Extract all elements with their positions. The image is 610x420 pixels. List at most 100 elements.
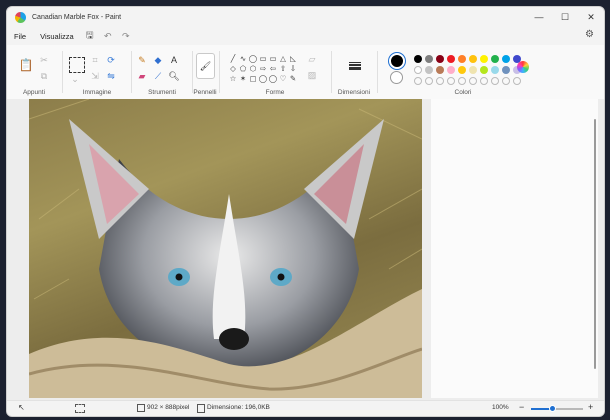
edit-colors-button[interactable] bbox=[517, 61, 529, 73]
shape-4-icon[interactable]: ▭ bbox=[268, 53, 278, 63]
text-button[interactable]: A bbox=[168, 54, 180, 66]
colors-label: Colori bbox=[454, 89, 472, 96]
shape-13-icon[interactable]: ⇩ bbox=[288, 63, 298, 73]
outline-button[interactable]: ▱ bbox=[306, 53, 318, 65]
fox-photo-image bbox=[29, 99, 422, 398]
shape-6-icon[interactable]: ◺ bbox=[288, 53, 298, 63]
cut-button[interactable]: ✂ bbox=[38, 54, 50, 66]
menu-file[interactable]: File bbox=[7, 32, 33, 41]
shape-9-icon[interactable]: ⬡ bbox=[248, 63, 258, 73]
brush-icon: 🖌︎ bbox=[199, 60, 212, 71]
custom-color-slot[interactable] bbox=[490, 76, 499, 85]
shape-10-icon[interactable]: ⇨ bbox=[258, 63, 268, 73]
redo-button[interactable]: ↷ bbox=[117, 28, 135, 44]
palette-swatch[interactable] bbox=[479, 54, 488, 63]
palette-swatch[interactable] bbox=[413, 54, 422, 63]
outline-icon: ▱ bbox=[308, 53, 316, 64]
crop-button[interactable]: ⌗ bbox=[89, 54, 101, 66]
flip-button[interactable]: ⇋ bbox=[105, 70, 117, 82]
zoom-slider[interactable] bbox=[531, 405, 583, 412]
palette-swatch[interactable] bbox=[490, 54, 499, 63]
palette-swatch[interactable] bbox=[435, 54, 444, 63]
settings-button[interactable]: ⚙ bbox=[585, 29, 594, 40]
palette-swatch[interactable] bbox=[501, 54, 510, 63]
palette-swatch[interactable] bbox=[413, 65, 422, 74]
pencil-button[interactable]: ✎ bbox=[136, 54, 148, 66]
paint-window: Canadian Marble Fox - Paint — ☐ ✕ File V… bbox=[6, 6, 605, 417]
custom-color-slot[interactable] bbox=[512, 76, 521, 85]
shape-18-icon[interactable]: ◯ bbox=[268, 73, 278, 83]
custom-color-slot[interactable] bbox=[501, 76, 510, 85]
custom-color-slot[interactable] bbox=[435, 76, 444, 85]
palette-swatch[interactable] bbox=[457, 54, 466, 63]
status-bar: ↖ 902 × 888pixel Dimensione: 196,0KB 100… bbox=[7, 400, 604, 416]
palette-swatch[interactable] bbox=[468, 65, 477, 74]
magnifier-button[interactable]: 🔍︎ bbox=[168, 70, 180, 82]
paste-button[interactable]: 📋 bbox=[19, 57, 34, 73]
zoom-level-text[interactable]: 100% bbox=[492, 404, 509, 411]
palette-swatch[interactable] bbox=[490, 65, 499, 74]
shape-7-icon[interactable]: ◇ bbox=[228, 63, 238, 73]
fill-icon: ◆ bbox=[154, 54, 162, 65]
select-button[interactable] bbox=[69, 57, 85, 73]
palette-swatch[interactable] bbox=[446, 65, 455, 74]
palette-swatch[interactable] bbox=[435, 65, 444, 74]
undo-button[interactable]: ↶ bbox=[99, 28, 117, 44]
palette-swatch[interactable] bbox=[424, 65, 433, 74]
custom-color-slot[interactable] bbox=[446, 76, 455, 85]
custom-color-slot[interactable] bbox=[413, 76, 422, 85]
brushes-label: Pennelli bbox=[193, 89, 217, 96]
shape-fill-button[interactable]: ▨ bbox=[306, 69, 318, 81]
palette-swatch[interactable] bbox=[446, 54, 455, 63]
drawing-canvas[interactable] bbox=[29, 99, 422, 398]
shape-15-icon[interactable]: ✶ bbox=[238, 73, 248, 83]
palette-swatch[interactable] bbox=[501, 65, 510, 74]
rotate-button[interactable]: ⟳ bbox=[105, 54, 117, 66]
shape-0-icon[interactable]: ╱ bbox=[228, 53, 238, 63]
palette-swatch[interactable] bbox=[424, 54, 433, 63]
copy-button[interactable]: ⧉ bbox=[38, 70, 50, 82]
zoom-in-button[interactable]: + bbox=[588, 402, 593, 412]
shape-16-icon[interactable]: ▢ bbox=[248, 73, 258, 83]
shape-1-icon[interactable]: ∿ bbox=[238, 53, 248, 63]
custom-color-slot[interactable] bbox=[424, 76, 433, 85]
shape-8-icon[interactable]: ⬠ bbox=[238, 63, 248, 73]
shape-3-icon[interactable]: ▭ bbox=[258, 53, 268, 63]
primary-color-swatch[interactable] bbox=[389, 53, 405, 69]
zoom-out-button[interactable]: − bbox=[519, 402, 524, 412]
custom-color-slot[interactable] bbox=[468, 76, 477, 85]
shape-2-icon[interactable]: ◯ bbox=[248, 53, 258, 63]
shapes-group: ╱ ∿ ◯ ▭ ▭ △ ◺ ◇ ⬠ ⬡ ⇨ ⇦ ⇧ ⇩ ☆ ✶ ▢ ◯ ◯ ♡ ✎ ▱ ▨ Forme bbox=[220, 45, 330, 99]
select-dropdown[interactable]: ⌄ bbox=[69, 73, 81, 85]
maximize-button[interactable]: ☐ bbox=[552, 7, 578, 27]
custom-color-slot[interactable] bbox=[457, 76, 466, 85]
palette-swatch[interactable] bbox=[479, 65, 488, 74]
shape-14-icon[interactable]: ☆ bbox=[228, 73, 238, 83]
shape-12-icon[interactable]: ⇧ bbox=[278, 63, 288, 73]
shape-5-icon[interactable]: △ bbox=[278, 53, 288, 63]
canvas-size-text: 902 × 888pixel bbox=[147, 404, 190, 411]
shape-17-icon[interactable]: ◯ bbox=[258, 73, 268, 83]
zoom-slider-thumb[interactable] bbox=[549, 405, 557, 412]
shape-20-icon[interactable]: ✎ bbox=[288, 73, 298, 83]
secondary-color-swatch[interactable] bbox=[390, 71, 403, 84]
custom-color-slot[interactable] bbox=[479, 76, 488, 85]
shape-11-icon[interactable]: ⇦ bbox=[268, 63, 278, 73]
shape-19-icon[interactable]: ♡ bbox=[278, 73, 288, 83]
vertical-scrollbar[interactable] bbox=[594, 119, 596, 369]
eraser-button[interactable]: ▰ bbox=[136, 70, 148, 82]
save-button[interactable]: 🖫 bbox=[81, 28, 99, 44]
maximize-icon: ☐ bbox=[560, 11, 570, 22]
fill-button[interactable]: ◆ bbox=[152, 54, 164, 66]
brushes-button[interactable]: 🖌︎ bbox=[196, 53, 215, 79]
palette-swatch[interactable] bbox=[457, 65, 466, 74]
minimize-button[interactable]: — bbox=[526, 7, 552, 27]
resize-button[interactable]: ⇲ bbox=[89, 70, 101, 82]
close-button[interactable]: ✕ bbox=[578, 7, 604, 27]
palette-swatch[interactable] bbox=[468, 54, 477, 63]
ribbon: 📋 ✂ ⧉ Appunti ⌄ ⌗ ⇲ ⟳ ⇋ Immagine ✎ ◆ A ▰… bbox=[7, 45, 604, 100]
file-size-icon bbox=[197, 404, 205, 413]
color-picker-button[interactable]: ⟋ bbox=[152, 70, 164, 82]
size-button[interactable] bbox=[348, 59, 362, 73]
menu-view[interactable]: Visualizza bbox=[33, 32, 81, 41]
